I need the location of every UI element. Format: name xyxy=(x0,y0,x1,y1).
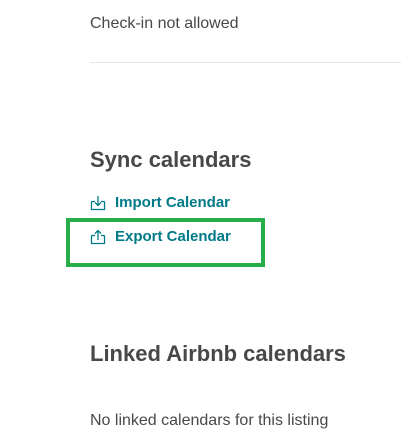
import-calendar-label: Import Calendar xyxy=(115,194,231,211)
linked-calendars-heading: Linked Airbnb calendars xyxy=(90,341,346,366)
section-divider xyxy=(90,62,401,63)
checkin-status-text: Check-in not allowed xyxy=(90,15,239,32)
sync-calendars-heading: Sync calendars xyxy=(90,147,252,172)
export-calendar-link[interactable]: Export Calendar xyxy=(90,228,231,245)
import-calendar-link[interactable]: Import Calendar xyxy=(90,194,230,211)
import-icon xyxy=(90,195,106,211)
no-linked-calendars-text: No linked calendars for this listing xyxy=(90,412,329,429)
calendar-settings-panel: Check-in not allowed Sync calendars Impo… xyxy=(0,0,401,444)
export-icon xyxy=(90,229,106,245)
export-calendar-label: Export Calendar xyxy=(115,228,231,245)
